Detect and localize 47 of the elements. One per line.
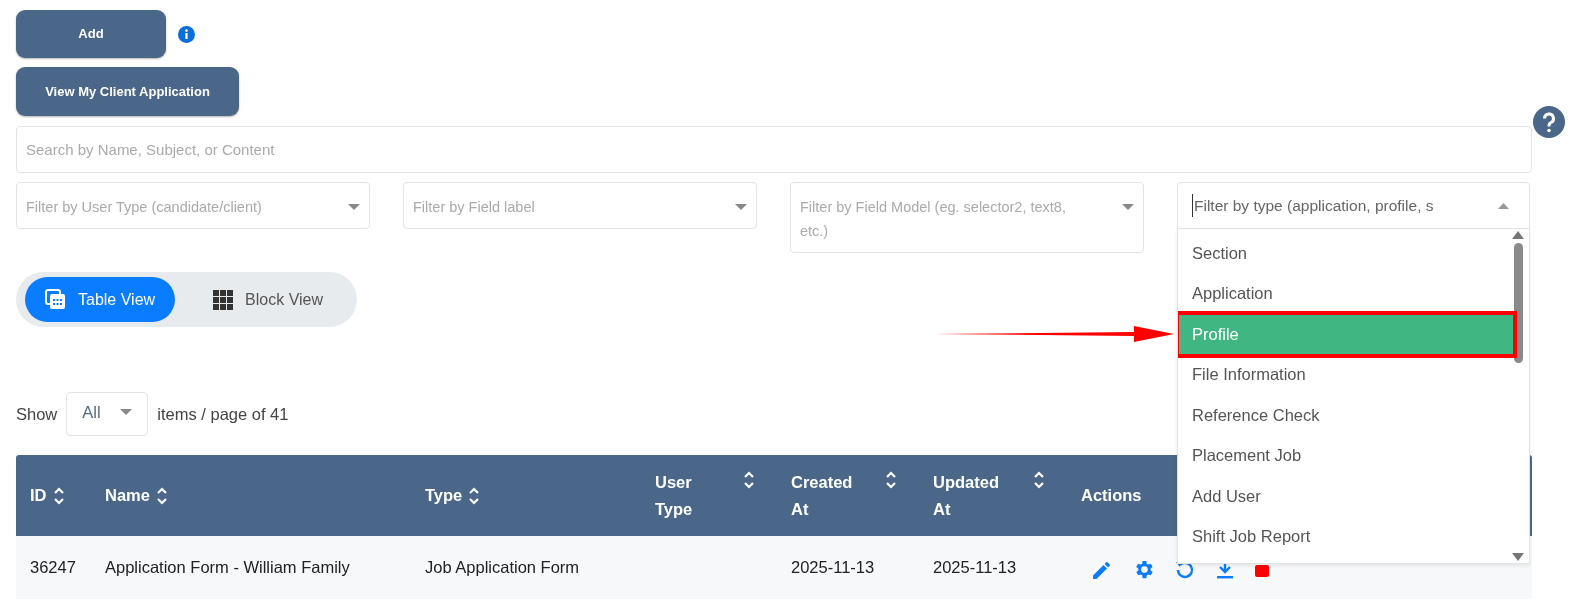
column-header[interactable]: Name <box>105 483 150 508</box>
sort-icon[interactable] <box>1033 469 1045 490</box>
add-button[interactable]: Add <box>16 10 166 58</box>
dropdown-option[interactable]: Add User <box>1178 476 1514 517</box>
show-label: Show <box>16 403 58 425</box>
sort-icon[interactable] <box>155 485 168 506</box>
table-cell: Application Form - William Family <box>105 558 350 577</box>
dropdown-option[interactable]: File Information <box>1178 354 1514 395</box>
sort-icon[interactable] <box>885 469 897 490</box>
column-header[interactable]: Created At <box>791 468 861 523</box>
caret-icon <box>1122 204 1134 211</box>
scrollbar[interactable] <box>1512 231 1524 561</box>
dropdown-option[interactable]: Shift Job Report <box>1178 516 1514 557</box>
dropdown-option[interactable]: Section <box>1178 233 1514 274</box>
table-cell: Job Application Form <box>425 558 580 577</box>
info-icon[interactable] <box>178 25 195 43</box>
dropdown-option[interactable]: Application <box>1178 273 1514 314</box>
caret-icon <box>348 204 360 211</box>
page-size-select[interactable]: All <box>66 392 149 436</box>
block-view-tab[interactable]: Block View <box>193 277 344 322</box>
column-header[interactable]: User Type <box>655 468 725 523</box>
sort-icon[interactable] <box>52 485 65 506</box>
caret-icon <box>735 204 747 211</box>
scroll-thumb[interactable] <box>1513 243 1523 363</box>
caret-icon <box>1498 202 1509 209</box>
column-header[interactable]: Type <box>425 483 463 508</box>
filter-dropdown[interactable]: Filter by type (application, profile, s <box>1177 182 1530 229</box>
search-field[interactable]: Search by Name, Subject, or Content <box>16 126 1532 173</box>
table-cell: 36247 <box>30 558 76 577</box>
sort-icon[interactable] <box>743 469 755 490</box>
table-icon <box>45 289 66 310</box>
table-cell: 2025-11-13 <box>933 558 1017 577</box>
dropdown-option[interactable]: Placement Job <box>1178 435 1514 476</box>
column-header[interactable]: Actions <box>1081 483 1142 508</box>
grid-icon <box>213 289 234 310</box>
caret-icon <box>120 408 133 416</box>
table-view-tab[interactable]: Table View <box>25 277 176 322</box>
view-client-application-button[interactable]: View My Client Application <box>16 67 239 116</box>
scroll-up-icon[interactable] <box>1512 231 1524 239</box>
scroll-down-icon[interactable] <box>1512 553 1524 561</box>
column-header[interactable]: Updated At <box>933 468 1003 523</box>
column-header[interactable]: ID <box>30 483 47 508</box>
page-info: items / page of 41 <box>157 403 289 425</box>
table-cell: 2025-11-13 <box>791 558 875 577</box>
help-icon[interactable] <box>1533 106 1565 138</box>
sort-icon[interactable] <box>468 485 481 506</box>
dropdown-option[interactable]: Reference Check <box>1178 395 1514 436</box>
